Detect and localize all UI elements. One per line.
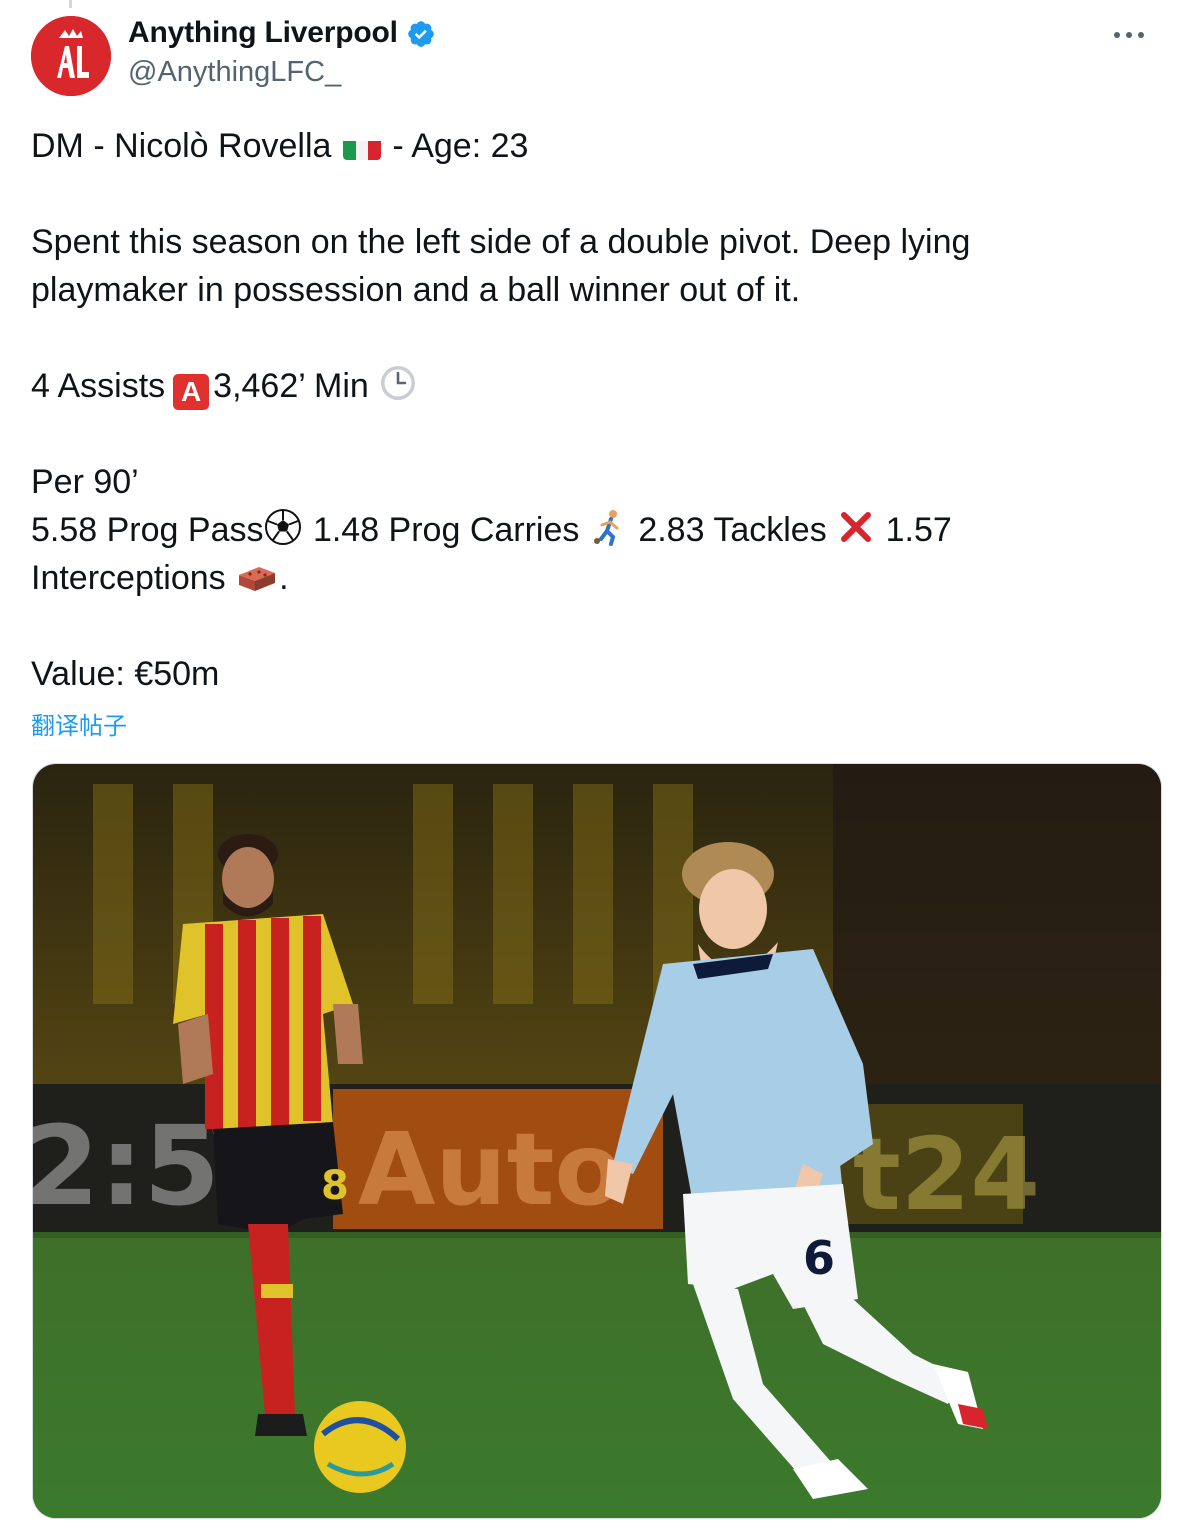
cross-mark-icon — [841, 512, 872, 542]
verified-badge-icon — [407, 21, 434, 47]
ball — [314, 1401, 406, 1493]
jersey-number-front: 6 — [803, 1231, 835, 1285]
display-name[interactable]: Anything Liverpool — [128, 16, 398, 50]
tweet-line-interceptions: Interceptions . — [31, 559, 289, 597]
jersey-number-back: 8 — [321, 1163, 349, 1209]
tweet-photo[interactable]: 2:55 Auto t24 8 6 — [32, 763, 1162, 1519]
tweet-line-description-1: Spent this season on the left side of a … — [31, 223, 971, 261]
translate-post-link[interactable]: 翻译帖子 — [31, 706, 127, 741]
italy-flag-icon — [342, 133, 381, 160]
a-button-icon: A — [173, 374, 210, 410]
handle[interactable]: @AnythingLFC_ — [128, 56, 341, 89]
board-text-mid: Auto — [358, 1111, 623, 1228]
author-name-row: Anything Liverpool — [128, 16, 436, 50]
avatar[interactable] — [31, 16, 111, 96]
more-icon — [1114, 32, 1120, 38]
tweet-line-player: DM - Nicolò Rovella - Age: 23 — [31, 122, 1171, 170]
board-text-right: t24 — [853, 1116, 1040, 1233]
soccer-ball-icon — [265, 509, 302, 545]
person-running-icon — [593, 510, 619, 546]
tweet-line-per90: 5.58 Prog Pass 1.48 Prog Carries 2.83 Ta… — [31, 506, 1171, 554]
thread-connector-line — [69, 0, 72, 8]
tweet-line-value: Value: €50m — [31, 655, 220, 693]
more-options-button[interactable] — [1114, 24, 1148, 46]
tweet-line-description-2: playmaker in possession and a ball winne… — [31, 271, 801, 309]
anything-liverpool-logo-icon — [31, 16, 111, 96]
football-photo: 2:55 Auto t24 8 6 — [33, 764, 1161, 1518]
per90-heading: Per 90’ — [31, 463, 139, 501]
tweet-line-stats: 4 Assists A 3,462’ Min — [31, 362, 1171, 410]
brick-icon — [239, 567, 276, 591]
tweet-text: DM - Nicolò Rovella - Age: 23 Spent this… — [31, 122, 1171, 698]
clock-icon — [381, 366, 416, 400]
